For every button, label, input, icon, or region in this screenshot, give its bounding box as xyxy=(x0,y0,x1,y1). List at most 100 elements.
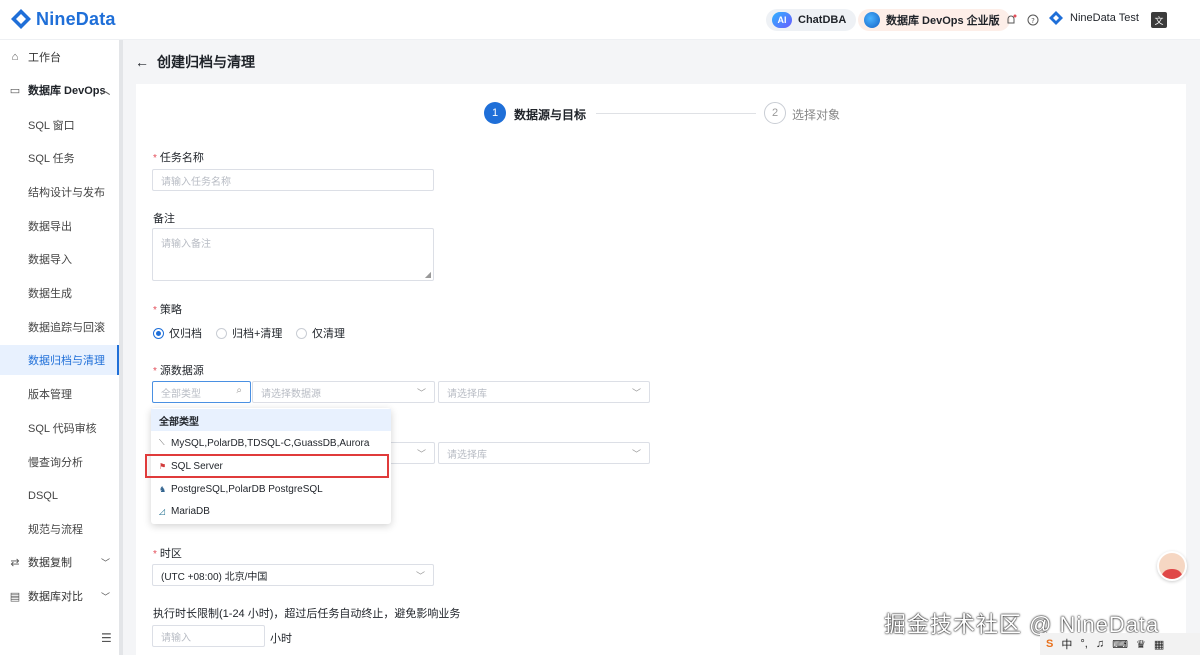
sidebar-item-label: 数据归档与清理 xyxy=(28,355,105,367)
chatdba-label: ChatDBA xyxy=(798,14,847,26)
sidebar-item-label: 结构设计与发布 xyxy=(28,187,105,199)
sidebar-item-data-import[interactable]: 数据导入 xyxy=(0,244,120,274)
dropdown-option-mysql[interactable]: ⟍ MySQL,PolarDB,TDSQL-C,GuassDB,Aurora xyxy=(151,432,391,454)
db-type-select[interactable]: 全部类型 ⌕ xyxy=(152,381,251,403)
step-2-badge: 2 xyxy=(764,102,786,124)
ai-icon: AI xyxy=(772,12,792,28)
dropdown-option-mariadb[interactable]: ◿ MariaDB xyxy=(151,500,391,522)
strategy-option-archive-cleanup[interactable]: 归档+清理 xyxy=(216,325,282,341)
strategy-option-archive[interactable]: 仅归档 xyxy=(153,325,202,341)
user-menu[interactable]: NineData Test xyxy=(1048,10,1139,26)
language-icon[interactable]: 文 xyxy=(1151,12,1167,28)
sidebar-item-label: 数据库 DevOps xyxy=(28,85,106,97)
sidebar-item-dsql[interactable]: DSQL xyxy=(0,481,120,511)
punctuation-icon: °, xyxy=(1080,638,1088,650)
sidebar-item-sql-task[interactable]: SQL 任务 xyxy=(0,143,120,173)
radio-button[interactable] xyxy=(216,327,227,339)
strategy-option-cleanup[interactable]: 仅清理 xyxy=(296,325,345,341)
brand-name: NineData xyxy=(36,8,116,29)
sidebar-item-version-mgmt[interactable]: 版本管理 xyxy=(0,379,120,409)
chatdba-button[interactable]: AI ChatDBA xyxy=(766,9,857,31)
chevron-down-icon: ﹀ xyxy=(100,591,110,602)
source-label: 源数据源 xyxy=(153,362,204,378)
sidebar-item-label: DSQL xyxy=(28,490,58,502)
dropdown-option-postgresql[interactable]: ♞ PostgreSQL,PolarDB PostgreSQL xyxy=(151,478,391,500)
sidebar-item-label: 数据导入 xyxy=(28,254,72,266)
page-header: ← 创建归档与清理 xyxy=(135,52,255,72)
sidebar-item-db-compare[interactable]: ▤ 数据库对比 ﹀ xyxy=(0,581,120,611)
sidebar-item-label: 数据追踪与回滚 xyxy=(28,322,105,334)
remark-label: 备注 xyxy=(153,213,175,225)
annotation-highlight-box xyxy=(145,454,389,478)
strategy-label: 策略 xyxy=(153,301,182,317)
page-title: 创建归档与清理 xyxy=(157,54,255,70)
sidebar-item-data-tracking[interactable]: 数据追踪与回滚 xyxy=(0,312,120,342)
option-label: MariaDB xyxy=(171,505,210,517)
keyboard-icon: ⌨ xyxy=(1112,638,1128,651)
chevron-down-icon: ﹀ xyxy=(416,449,426,459)
sidebar-item-schema-design[interactable]: 结构设计与发布 xyxy=(0,177,120,207)
task-name-input[interactable]: 请输入任务名称 xyxy=(152,169,434,191)
step-1-label: 数据源与目标 xyxy=(514,108,587,122)
stepper: 1 数据源与目标 2 选择对象 xyxy=(484,102,854,126)
sidebar-item-label: SQL 代码审核 xyxy=(28,423,97,435)
db-type-placeholder: 全部类型 xyxy=(161,388,201,400)
sidebar-item-standards[interactable]: 规范与流程 xyxy=(0,514,120,544)
remark-placeholder: 请输入备注 xyxy=(161,239,211,250)
sidebar-item-slow-query[interactable]: 慢查询分析 xyxy=(0,447,120,477)
radio-button[interactable] xyxy=(153,327,164,339)
sidebar-item-data-export[interactable]: 数据导出 xyxy=(0,211,120,241)
step-2-label: 选择对象 xyxy=(792,108,841,122)
sidebar-item-label: 数据库对比 xyxy=(28,591,83,603)
sidebar-item-workbench[interactable]: ⌂ 工作台 xyxy=(0,42,120,72)
back-arrow-icon[interactable]: ← xyxy=(135,54,149,70)
datasource-select[interactable]: 请选择数据源 ﹀ xyxy=(252,381,435,403)
sidebar: ⌂ 工作台 ▭ 数据库 DevOps ︿ SQL 窗口 SQL 任务 结构设计与… xyxy=(0,40,122,655)
brand-logo[interactable]: NineData xyxy=(10,8,116,30)
svg-text:?: ? xyxy=(1031,17,1035,25)
mysql-icon: ⟍ xyxy=(159,438,165,447)
sidebar-item-label: SQL 任务 xyxy=(28,153,75,165)
timezone-value: (UTC +08:00) 北京/中国 xyxy=(161,571,268,583)
assistant-avatar[interactable] xyxy=(1157,551,1187,581)
sidebar-item-label: 数据导出 xyxy=(28,221,72,233)
sidebar-item-data-replication[interactable]: ⇄ 数据复制 ﹀ xyxy=(0,547,120,577)
chevron-down-icon: ﹀ xyxy=(100,557,110,568)
help-icon[interactable]: ? xyxy=(1025,12,1041,28)
timezone-label: 时区 xyxy=(153,545,182,561)
dropdown-option-all[interactable]: 全部类型 xyxy=(151,409,391,431)
duration-input[interactable]: 请输入 xyxy=(152,625,265,647)
mic-icon: ♫ xyxy=(1095,638,1105,650)
edition-label: 数据库 DevOps 企业版 xyxy=(886,15,1000,27)
grid-icon: ▦ xyxy=(1153,638,1165,651)
database-select[interactable]: 请选择库 ﹀ xyxy=(438,381,650,403)
radio-button[interactable] xyxy=(296,327,307,339)
ime-toolbar[interactable]: S 中 °, ♫ ⌨ ♛ ▦ xyxy=(1040,633,1200,655)
sidebar-item-label: 数据生成 xyxy=(28,288,72,300)
sidebar-item-sql-window[interactable]: SQL 窗口 xyxy=(0,110,120,140)
resize-handle-icon[interactable]: ◢ xyxy=(425,270,431,279)
strategy-option-label: 归档+清理 xyxy=(232,328,283,340)
sidebar-item-label: 工作台 xyxy=(28,52,61,64)
main-area: ← 创建归档与清理 1 数据源与目标 2 选择对象 xyxy=(123,40,1200,655)
strategy-option-label: 仅清理 xyxy=(312,328,345,340)
notification-icon[interactable] xyxy=(1003,12,1019,28)
sidebar-item-archive-cleanup[interactable]: 数据归档与清理 xyxy=(0,345,120,375)
target-database-placeholder: 请选择库 xyxy=(447,449,487,461)
sidebar-item-label: 规范与流程 xyxy=(28,524,83,536)
task-name-label: 任务名称 xyxy=(153,149,204,165)
remark-textarea[interactable]: 请输入备注 ◢ xyxy=(152,228,434,281)
mariadb-icon: ◿ xyxy=(159,506,166,516)
sidebar-item-devops[interactable]: ▭ 数据库 DevOps ︿ xyxy=(0,75,120,105)
chevron-up-icon: ︿ xyxy=(100,85,110,96)
postgresql-icon: ♞ xyxy=(159,484,167,494)
collapse-menu-icon[interactable]: ☰ xyxy=(101,631,112,645)
edition-button[interactable]: 数据库 DevOps 企业版 xyxy=(858,9,1010,31)
sidebar-item-data-generate[interactable]: 数据生成 xyxy=(0,278,120,308)
option-label: 全部类型 xyxy=(159,416,199,428)
duration-label: 执行时长限制(1-24 小时)，超过后任务自动终止，避免影响业务 xyxy=(153,608,461,620)
target-database-select[interactable]: 请选择库 ﹀ xyxy=(438,442,650,464)
database-placeholder: 请选择库 xyxy=(447,388,487,400)
sidebar-item-sql-review[interactable]: SQL 代码审核 xyxy=(0,413,120,443)
timezone-select[interactable]: (UTC +08:00) 北京/中国 ﹀ xyxy=(152,564,434,586)
